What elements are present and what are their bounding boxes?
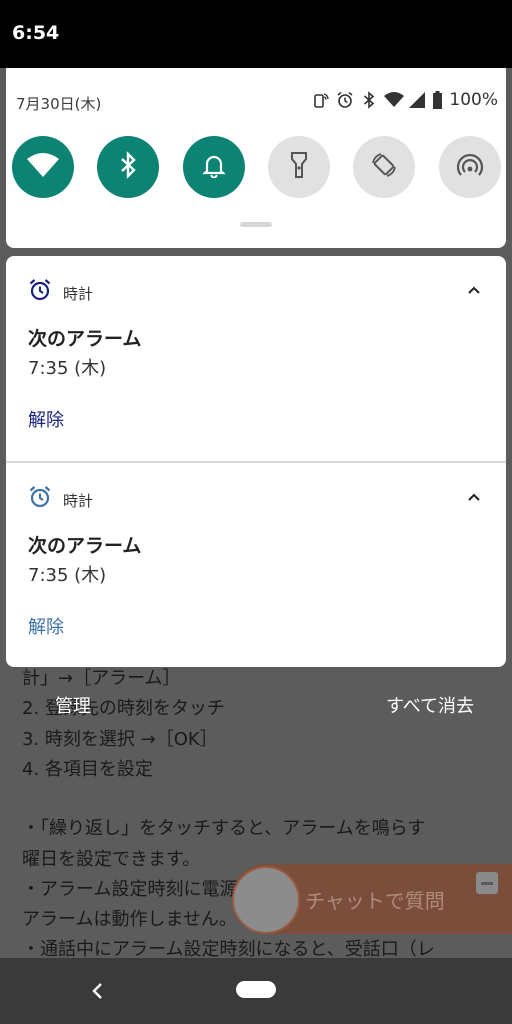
chevron-up-icon[interactable]: [466, 282, 482, 296]
chat-label: チャットで質問: [305, 889, 445, 913]
background-text-line: 計」→［アラーム］: [22, 668, 181, 689]
cell-signal-icon: [408, 91, 426, 109]
wifi-signal-icon: [384, 91, 405, 109]
background-text-line: 4. 各項目を設定: [22, 759, 153, 780]
notification-card[interactable]: 時計 次のアラーム 7:35 (木) 解除: [6, 256, 506, 461]
notification-title: 次のアラーム: [28, 535, 142, 557]
dismiss-alarm-button[interactable]: 解除: [28, 406, 64, 432]
auto-rotate-icon: [370, 151, 398, 183]
background-text-line: 3. 時刻を選択 →［OK］: [22, 729, 218, 750]
battery-percent: 100%: [449, 90, 498, 110]
wifi-icon: [27, 152, 59, 182]
hotspot-tile[interactable]: [439, 136, 501, 198]
background-text-line: ・「繰り返し」をタッチすると、アラームを鳴らす: [22, 818, 426, 839]
hotspot-icon: [456, 153, 484, 181]
background-text-line: 曜日を設定できます。: [22, 849, 201, 870]
chevron-up-icon[interactable]: [466, 489, 482, 503]
auto-rotate-tile[interactable]: [353, 136, 415, 198]
back-icon[interactable]: [85, 978, 111, 1004]
notification-app-name: 時計: [63, 285, 94, 303]
flashlight-tile[interactable]: [268, 136, 330, 198]
bell-icon: [202, 152, 226, 182]
alarm-clock-icon: [28, 485, 52, 509]
background-text-line: 2. 登録先の時刻をタッチ: [22, 698, 225, 719]
notification-text: 7:35 (木): [28, 358, 107, 379]
minimize-icon[interactable]: [476, 872, 498, 894]
alarm-clock-icon: [28, 278, 52, 302]
home-button[interactable]: [236, 981, 276, 998]
battery-icon: [432, 91, 443, 109]
wifi-tile[interactable]: [12, 136, 74, 198]
alarm-icon: [336, 91, 354, 109]
notification-text: 7:35 (木): [28, 565, 107, 586]
bluetooth-icon: [360, 91, 378, 109]
status-icons: 100%: [312, 90, 498, 110]
date-label: 7月30日(木): [16, 95, 102, 113]
clear-all-button[interactable]: すべて消去: [386, 692, 474, 718]
chat-avatar-icon: [232, 866, 300, 934]
manage-button[interactable]: 管理: [55, 692, 91, 718]
quick-tiles: [12, 136, 502, 200]
background-text-line: アラームは動作しません。: [22, 909, 237, 930]
status-bar: 6:54: [0, 0, 512, 68]
dismiss-alarm-button[interactable]: 解除: [28, 613, 64, 639]
nfc-icon: [312, 91, 330, 109]
notification-title: 次のアラーム: [28, 328, 142, 350]
bluetooth-icon: [118, 151, 138, 183]
flashlight-icon: [290, 151, 308, 183]
sound-tile[interactable]: [183, 136, 245, 198]
notification-card[interactable]: 時計 次のアラーム 7:35 (木) 解除: [6, 463, 506, 667]
drag-handle[interactable]: [240, 222, 272, 227]
status-time: 6:54: [12, 22, 60, 44]
bluetooth-tile[interactable]: [97, 136, 159, 198]
quick-settings-panel: 7月30日(木) 100%: [6, 68, 506, 248]
notification-app-name: 時計: [63, 492, 94, 510]
